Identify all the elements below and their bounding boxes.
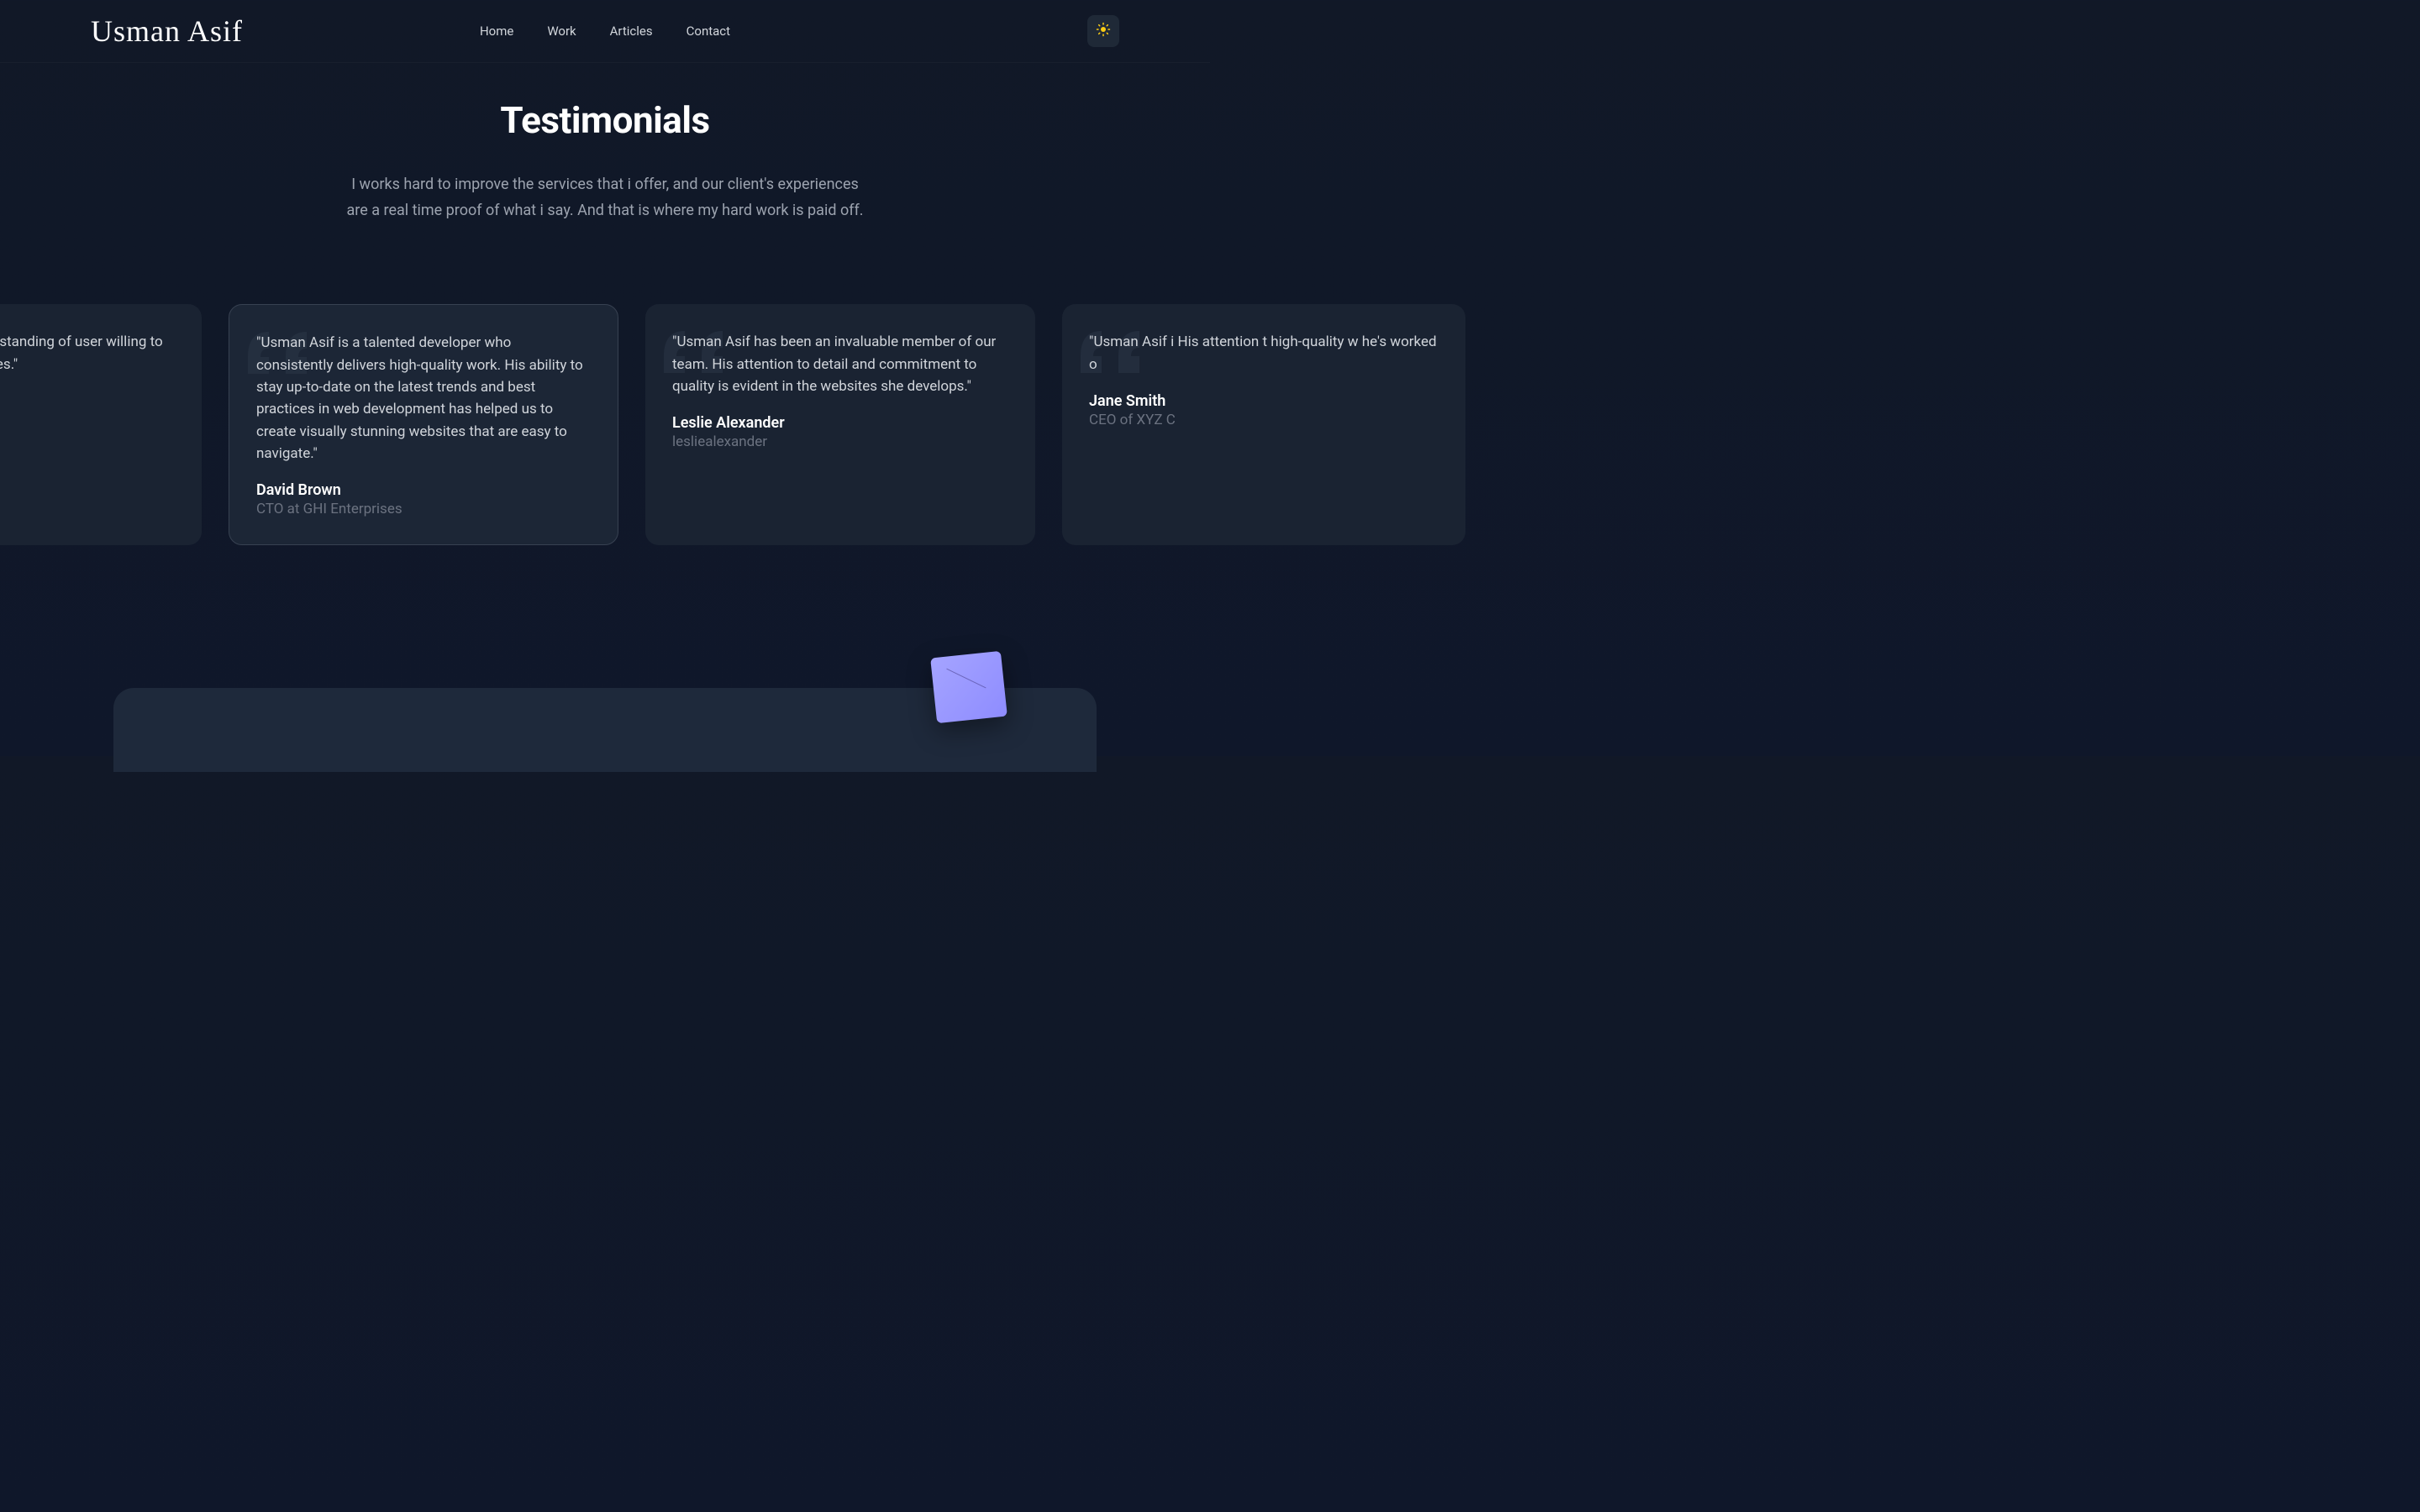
testimonial-card: "Usman Asif i His attention t high-quali… xyxy=(1062,304,1465,545)
testimonials-title: Testimonials xyxy=(0,98,1210,142)
testimonial-text: "Usman Asif is a talented developer who … xyxy=(256,332,591,465)
author-title: CTO at GHI Enterprises xyxy=(256,501,591,517)
testimonial-card: "Usman Asif is a talented developer who … xyxy=(229,304,618,545)
testimonial-author: Leslie Alexander lesliealexander xyxy=(672,414,1008,450)
testimonial-author: Jane Smith CEO of XYZ C xyxy=(1089,392,1439,428)
testimonial-text: "Usman Asif has been an invaluable membe… xyxy=(672,331,1008,397)
main-nav: Home Work Articles Contact xyxy=(480,24,730,39)
author-title: orporation xyxy=(0,392,175,409)
nav-work[interactable]: Work xyxy=(547,24,576,39)
main-content: Testimonials I works hard to improve the… xyxy=(0,63,1210,772)
nav-articles[interactable]: Articles xyxy=(610,24,653,39)
testimonials-description: I works hard to improve the services tha… xyxy=(345,172,865,223)
nav-contact[interactable]: Contact xyxy=(687,24,730,39)
site-logo[interactable]: Usman Asif xyxy=(91,13,243,49)
testimonial-author: David Brown CTO at GHI Enterprises xyxy=(256,481,591,517)
sun-icon xyxy=(1096,22,1111,40)
testimonial-author: orporation xyxy=(0,392,175,409)
nav-home[interactable]: Home xyxy=(480,24,513,39)
author-title: lesliealexander xyxy=(672,433,1008,450)
cta-section xyxy=(0,688,1210,772)
testimonial-card: "Usman Asif has been an invaluable membe… xyxy=(645,304,1035,545)
author-title: CEO of XYZ C xyxy=(1089,412,1439,428)
testimonial-text: "Usman Asif i His attention t high-quali… xyxy=(1089,331,1439,375)
author-name: Leslie Alexander xyxy=(672,414,1008,432)
testimonial-text: developer with an eye for erstanding of … xyxy=(0,331,175,375)
site-header: Usman Asif Home Work Articles Contact xyxy=(0,0,1210,63)
cta-box xyxy=(113,688,1097,772)
author-name: David Brown xyxy=(256,481,591,499)
envelope-icon xyxy=(930,651,1007,723)
author-name: Jane Smith xyxy=(1089,392,1439,410)
theme-toggle-button[interactable] xyxy=(1087,15,1119,47)
testimonials-carousel[interactable]: developer with an eye for erstanding of … xyxy=(0,304,1008,545)
testimonial-card: developer with an eye for erstanding of … xyxy=(0,304,202,545)
